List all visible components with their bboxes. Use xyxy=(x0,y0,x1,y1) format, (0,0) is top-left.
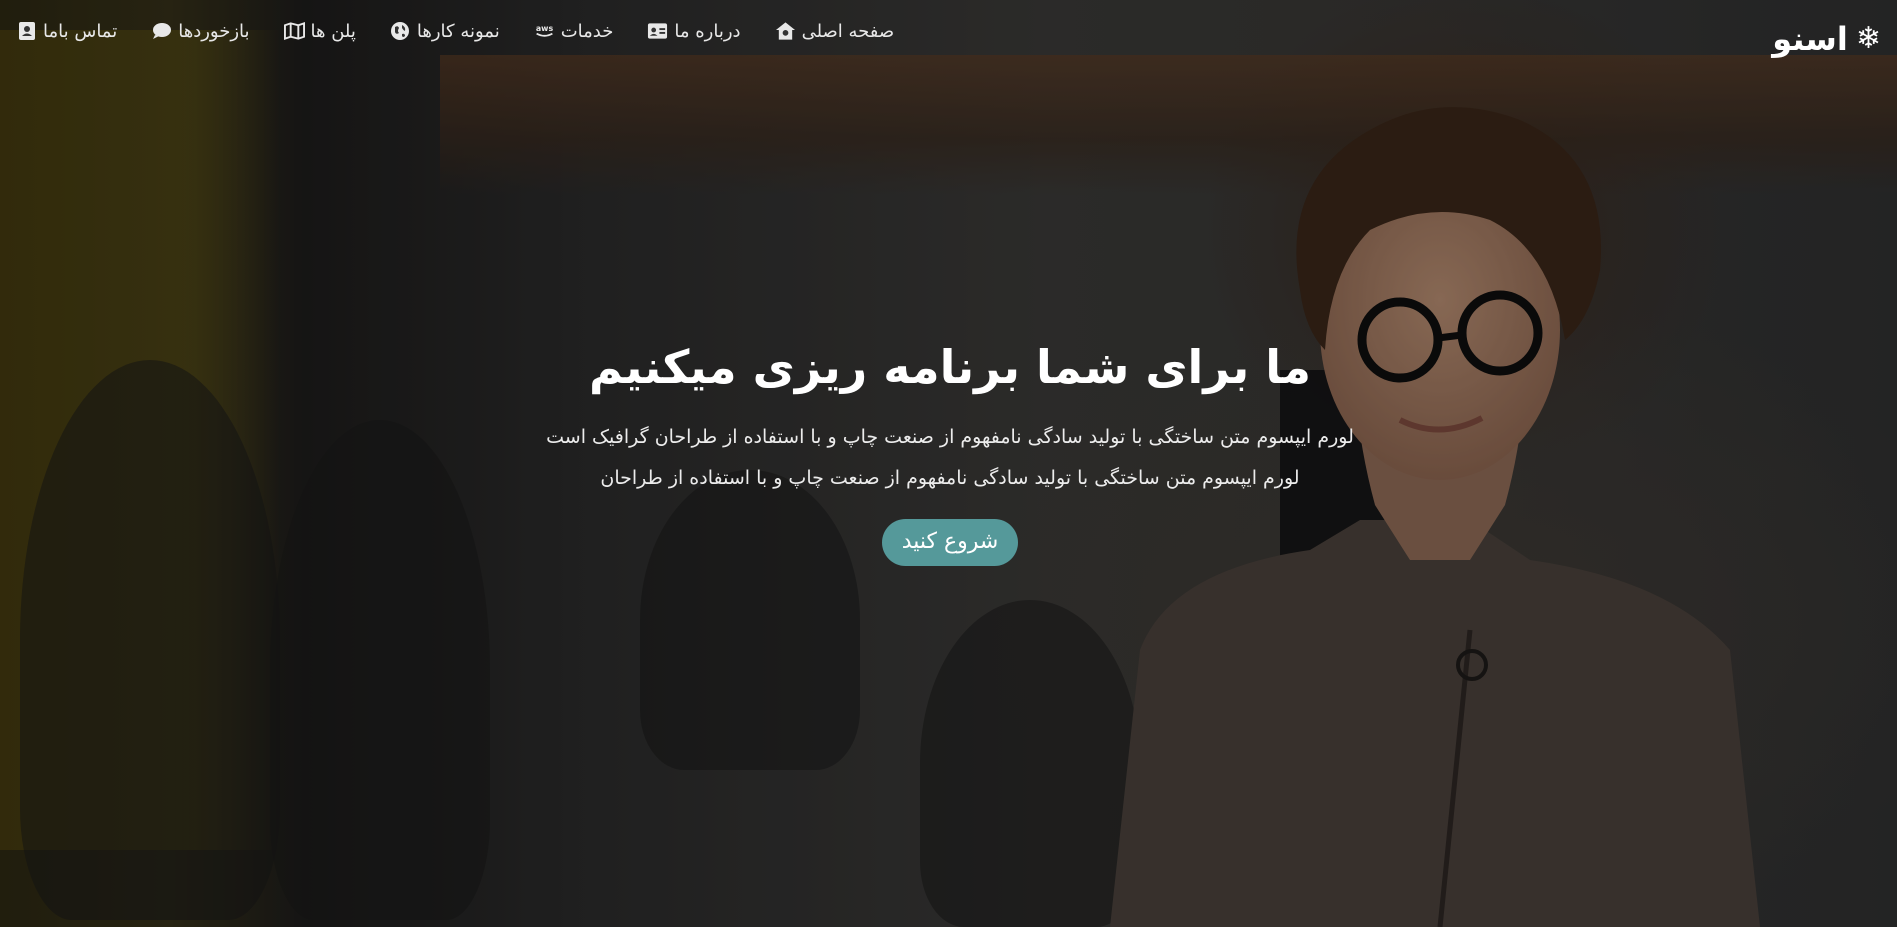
svg-text:aws: aws xyxy=(536,24,554,33)
hero-description: لورم ایپسوم متن ساختگی با تولید سادگی نا… xyxy=(500,417,1400,499)
map-icon xyxy=(283,21,305,42)
nav-item-label: درباره ما xyxy=(674,20,741,42)
brand-logo[interactable]: ❄ اسنو xyxy=(1772,20,1881,58)
nav-item-label: بازخوردها xyxy=(178,20,250,42)
main-nav: تماس باما بازخوردها پلن ها نمونه کارها a… xyxy=(16,17,894,45)
hero-title: ما برای شما برنامه ریزی میکنیم xyxy=(589,340,1311,394)
hero-content: ما برای شما برنامه ریزی میکنیم لورم ایپس… xyxy=(500,340,1400,567)
brand-name: اسنو xyxy=(1772,20,1848,58)
comment-icon xyxy=(151,21,172,42)
nav-item-label: پلن ها xyxy=(310,20,356,42)
nav-item-portfolio[interactable]: نمونه کارها xyxy=(390,21,500,42)
aws-icon: aws xyxy=(534,21,555,42)
get-started-button[interactable]: شروع کنید xyxy=(881,519,1019,567)
nav-item-label: نمونه کارها xyxy=(416,20,500,42)
nav-item-home[interactable]: صفحه اصلی xyxy=(775,20,895,42)
navbar: ❄ اسنو تماس باما بازخوردها پلن ها نمونه … xyxy=(0,0,1897,62)
hero-section: ❄ اسنو تماس باما بازخوردها پلن ها نمونه … xyxy=(0,0,1897,927)
nav-item-label: خدمات xyxy=(560,20,614,42)
snowflake-icon: ❄ xyxy=(1855,21,1881,56)
nav-item-label: تماس باما xyxy=(43,20,118,42)
nav-item-about[interactable]: درباره ما xyxy=(647,20,741,42)
nav-item-plans[interactable]: پلن ها xyxy=(283,20,356,42)
address-book-icon xyxy=(16,21,37,42)
home-icon xyxy=(775,21,796,42)
nav-item-contact[interactable]: تماس باما xyxy=(16,21,117,42)
nav-item-services[interactable]: aws خدمات xyxy=(534,21,614,42)
id-card-icon xyxy=(647,21,668,42)
globe-icon xyxy=(390,21,411,42)
hero-text-line-1: لورم ایپسوم متن ساختگی با تولید سادگی نا… xyxy=(546,426,1354,449)
hero-text-line-2: لورم ایپسوم متن ساختگی با تولید سادگی نا… xyxy=(600,467,1300,490)
nav-item-testimonials[interactable]: بازخوردها xyxy=(151,20,250,42)
nav-item-label: صفحه اصلی xyxy=(801,20,895,42)
